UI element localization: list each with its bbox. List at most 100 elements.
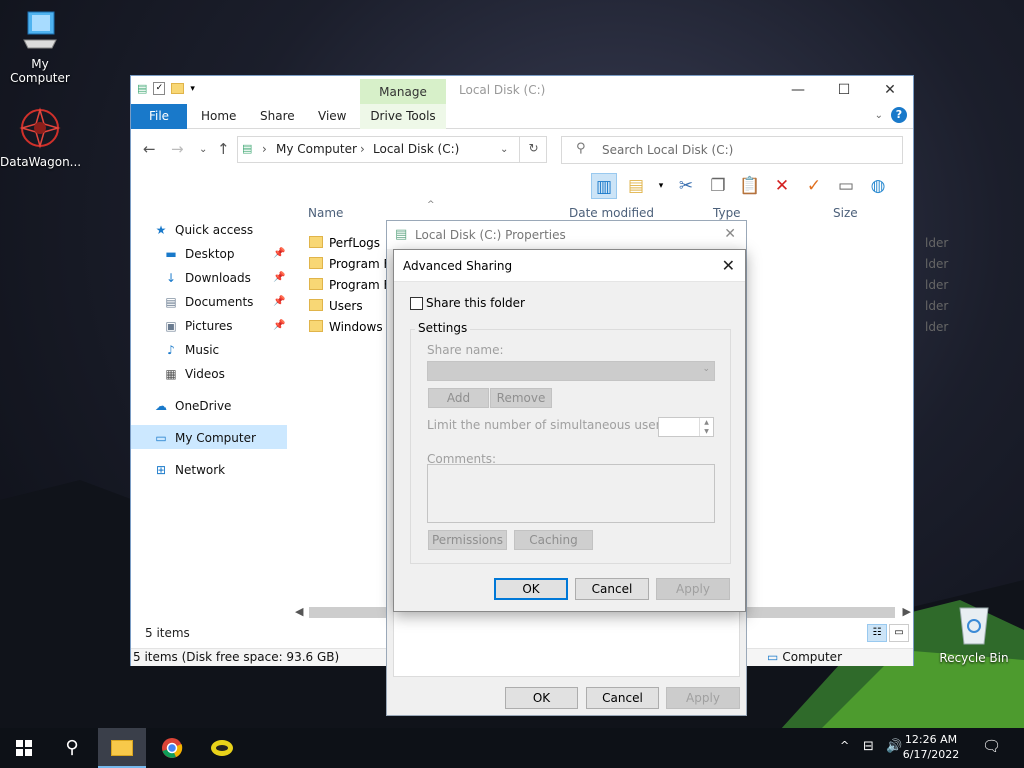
start-button[interactable] (0, 728, 48, 768)
column-header-name[interactable]: Name (308, 206, 343, 220)
search-input[interactable]: Search Local Disk (C:) (602, 143, 733, 157)
file-row[interactable]: PerfLogs lder (309, 233, 948, 253)
tab-file[interactable]: File (131, 104, 187, 129)
properties-icon[interactable]: ✓ (153, 82, 166, 95)
desktop-icon-my-computer[interactable]: My Computer (0, 10, 80, 85)
chevron-down-icon[interactable]: ⌄ (500, 144, 508, 155)
chevron-down-icon[interactable]: ▾ (655, 173, 667, 199)
pin-icon[interactable]: 📌 (273, 272, 285, 283)
search-box[interactable]: ⚲ Search Local Disk (C:) (561, 136, 903, 164)
preview-pane-icon[interactable]: ▥ (591, 173, 617, 199)
taskbar-chrome[interactable] (148, 728, 196, 768)
forward-arrow-icon[interactable]: → (171, 140, 184, 158)
breadcrumb-local-disk[interactable]: Local Disk (C:) (373, 142, 459, 156)
file-row[interactable]: Windows lder (309, 317, 948, 337)
caching-button[interactable]: Caching (514, 530, 593, 550)
taskbar-app[interactable] (198, 728, 246, 768)
up-arrow-icon[interactable]: ↑ (217, 140, 230, 158)
scroll-left-icon[interactable]: ◀ (295, 604, 303, 620)
sidebar-item-onedrive[interactable]: ☁ OneDrive (153, 395, 231, 417)
expand-ribbon-icon[interactable]: ⌄ (875, 110, 883, 121)
tab-home[interactable]: Home (189, 104, 248, 129)
comments-textarea[interactable] (427, 464, 715, 523)
desktop-icon-recycle-bin[interactable]: Recycle Bin (934, 602, 1014, 665)
details-view-icon[interactable]: ☷ (867, 624, 887, 642)
share-folder-checkbox[interactable] (410, 297, 423, 310)
help-icon[interactable]: ? (891, 107, 907, 123)
dialog-title: Advanced Sharing (403, 259, 513, 273)
share-folder-label[interactable]: Share this folder (426, 296, 525, 310)
cancel-button[interactable]: Cancel (575, 578, 649, 600)
file-row[interactable]: Program Fi lder (309, 254, 948, 274)
recent-locations-icon[interactable]: ⌄ (199, 144, 207, 155)
sidebar-item-videos[interactable]: ▦ Videos (163, 363, 225, 385)
column-header-date[interactable]: Date modified (569, 206, 654, 220)
back-arrow-icon[interactable]: ← (143, 140, 156, 158)
close-icon[interactable]: ✕ (722, 256, 735, 275)
large-icons-view-icon[interactable]: ▭ (889, 624, 909, 642)
copy-icon[interactable]: ❐ (705, 173, 731, 199)
properties-ok-button[interactable]: OK (505, 687, 578, 709)
ok-button[interactable]: OK (494, 578, 568, 600)
taskbar-file-explorer[interactable] (98, 728, 146, 768)
tab-view[interactable]: View (306, 104, 358, 129)
scroll-right-icon[interactable]: ▶ (903, 604, 911, 620)
stepper-arrows-icon[interactable]: ▲ ▼ (699, 418, 713, 436)
search-button[interactable]: ⚲ (48, 728, 96, 768)
pin-icon[interactable]: 📌 (273, 320, 285, 331)
drive-icon: ▤ (242, 142, 253, 155)
pin-icon[interactable]: 📌 (273, 296, 285, 307)
desktop-icon-datawagon[interactable]: DataWagon... (0, 106, 81, 169)
chrome-icon (162, 738, 183, 758)
sidebar-item-label: Desktop (185, 247, 235, 261)
show-hidden-icons[interactable]: ^ (840, 739, 849, 752)
properties-cancel-button[interactable]: Cancel (586, 687, 659, 709)
close-button[interactable]: ✕ (867, 76, 913, 104)
ribbon-right-controls: ⌄ ? (875, 107, 907, 123)
checkmark-icon[interactable]: ✓ (801, 173, 827, 199)
delete-icon[interactable]: ✕ (769, 173, 795, 199)
new-folder-icon[interactable] (171, 83, 185, 94)
column-header-type[interactable]: Type (713, 206, 741, 220)
sidebar-item-desktop[interactable]: ▬ Desktop (163, 243, 235, 265)
cut-icon[interactable]: ✂ (673, 173, 699, 199)
clock[interactable]: 12:26 AM 6/17/2022 (896, 732, 966, 762)
globe-icon[interactable]: ◍ (865, 173, 891, 199)
folder-icon (309, 278, 323, 290)
sidebar-item-downloads[interactable]: ↓ Downloads (163, 267, 251, 289)
pin-icon[interactable]: 📌 (273, 248, 285, 259)
sidebar-item-music[interactable]: ♪ Music (163, 339, 219, 361)
column-header-size[interactable]: Size (833, 206, 858, 220)
add-button[interactable]: Add (428, 388, 489, 408)
permissions-button[interactable]: Permissions (428, 530, 507, 550)
sidebar-item-my-computer[interactable]: ▭ My Computer (153, 427, 256, 449)
tab-share[interactable]: Share (248, 104, 307, 129)
file-type: lder (925, 236, 949, 250)
sidebar-item-pictures[interactable]: ▣ Pictures (163, 315, 232, 337)
notification-icon[interactable]: 🗨 (982, 737, 1001, 755)
remove-button[interactable]: Remove (490, 388, 552, 408)
minimize-button[interactable]: — (775, 76, 821, 104)
paste-icon[interactable]: 📋 (737, 173, 763, 199)
file-row[interactable]: Users lder (309, 296, 948, 316)
user-limit-stepper[interactable]: ▲ ▼ (658, 417, 714, 437)
share-name-combobox[interactable]: ⌄ (427, 361, 715, 381)
close-icon[interactable]: ✕ (724, 226, 736, 242)
maximize-button[interactable]: ☐ (821, 76, 867, 104)
rename-icon[interactable]: ▭ (833, 173, 859, 199)
network-tray-icon[interactable]: ⊟ (863, 739, 874, 754)
tab-drive-tools[interactable]: Drive Tools (360, 104, 446, 129)
refresh-button[interactable]: ↻ (519, 136, 547, 163)
computer-icon: ▭ (155, 431, 167, 445)
address-bar[interactable]: ▤ › My Computer › Local Disk (C:) ⌄ (237, 136, 547, 163)
properties-apply-button[interactable]: Apply (666, 687, 740, 709)
tab-manage[interactable]: Manage (360, 79, 446, 104)
sidebar-item-documents[interactable]: ▤ Documents (163, 291, 253, 313)
sidebar-item-quick-access[interactable]: ★ Quick access (153, 219, 254, 241)
file-row[interactable]: Program Fi lder (309, 275, 948, 295)
sidebar-item-network[interactable]: ⊞ Network (153, 459, 225, 481)
apply-button[interactable]: Apply (656, 578, 730, 600)
customize-qat-icon[interactable]: ▾ (190, 84, 195, 94)
breadcrumb-my-computer[interactable]: My Computer (276, 142, 357, 156)
folder-options-icon[interactable]: ▤ (623, 173, 649, 199)
